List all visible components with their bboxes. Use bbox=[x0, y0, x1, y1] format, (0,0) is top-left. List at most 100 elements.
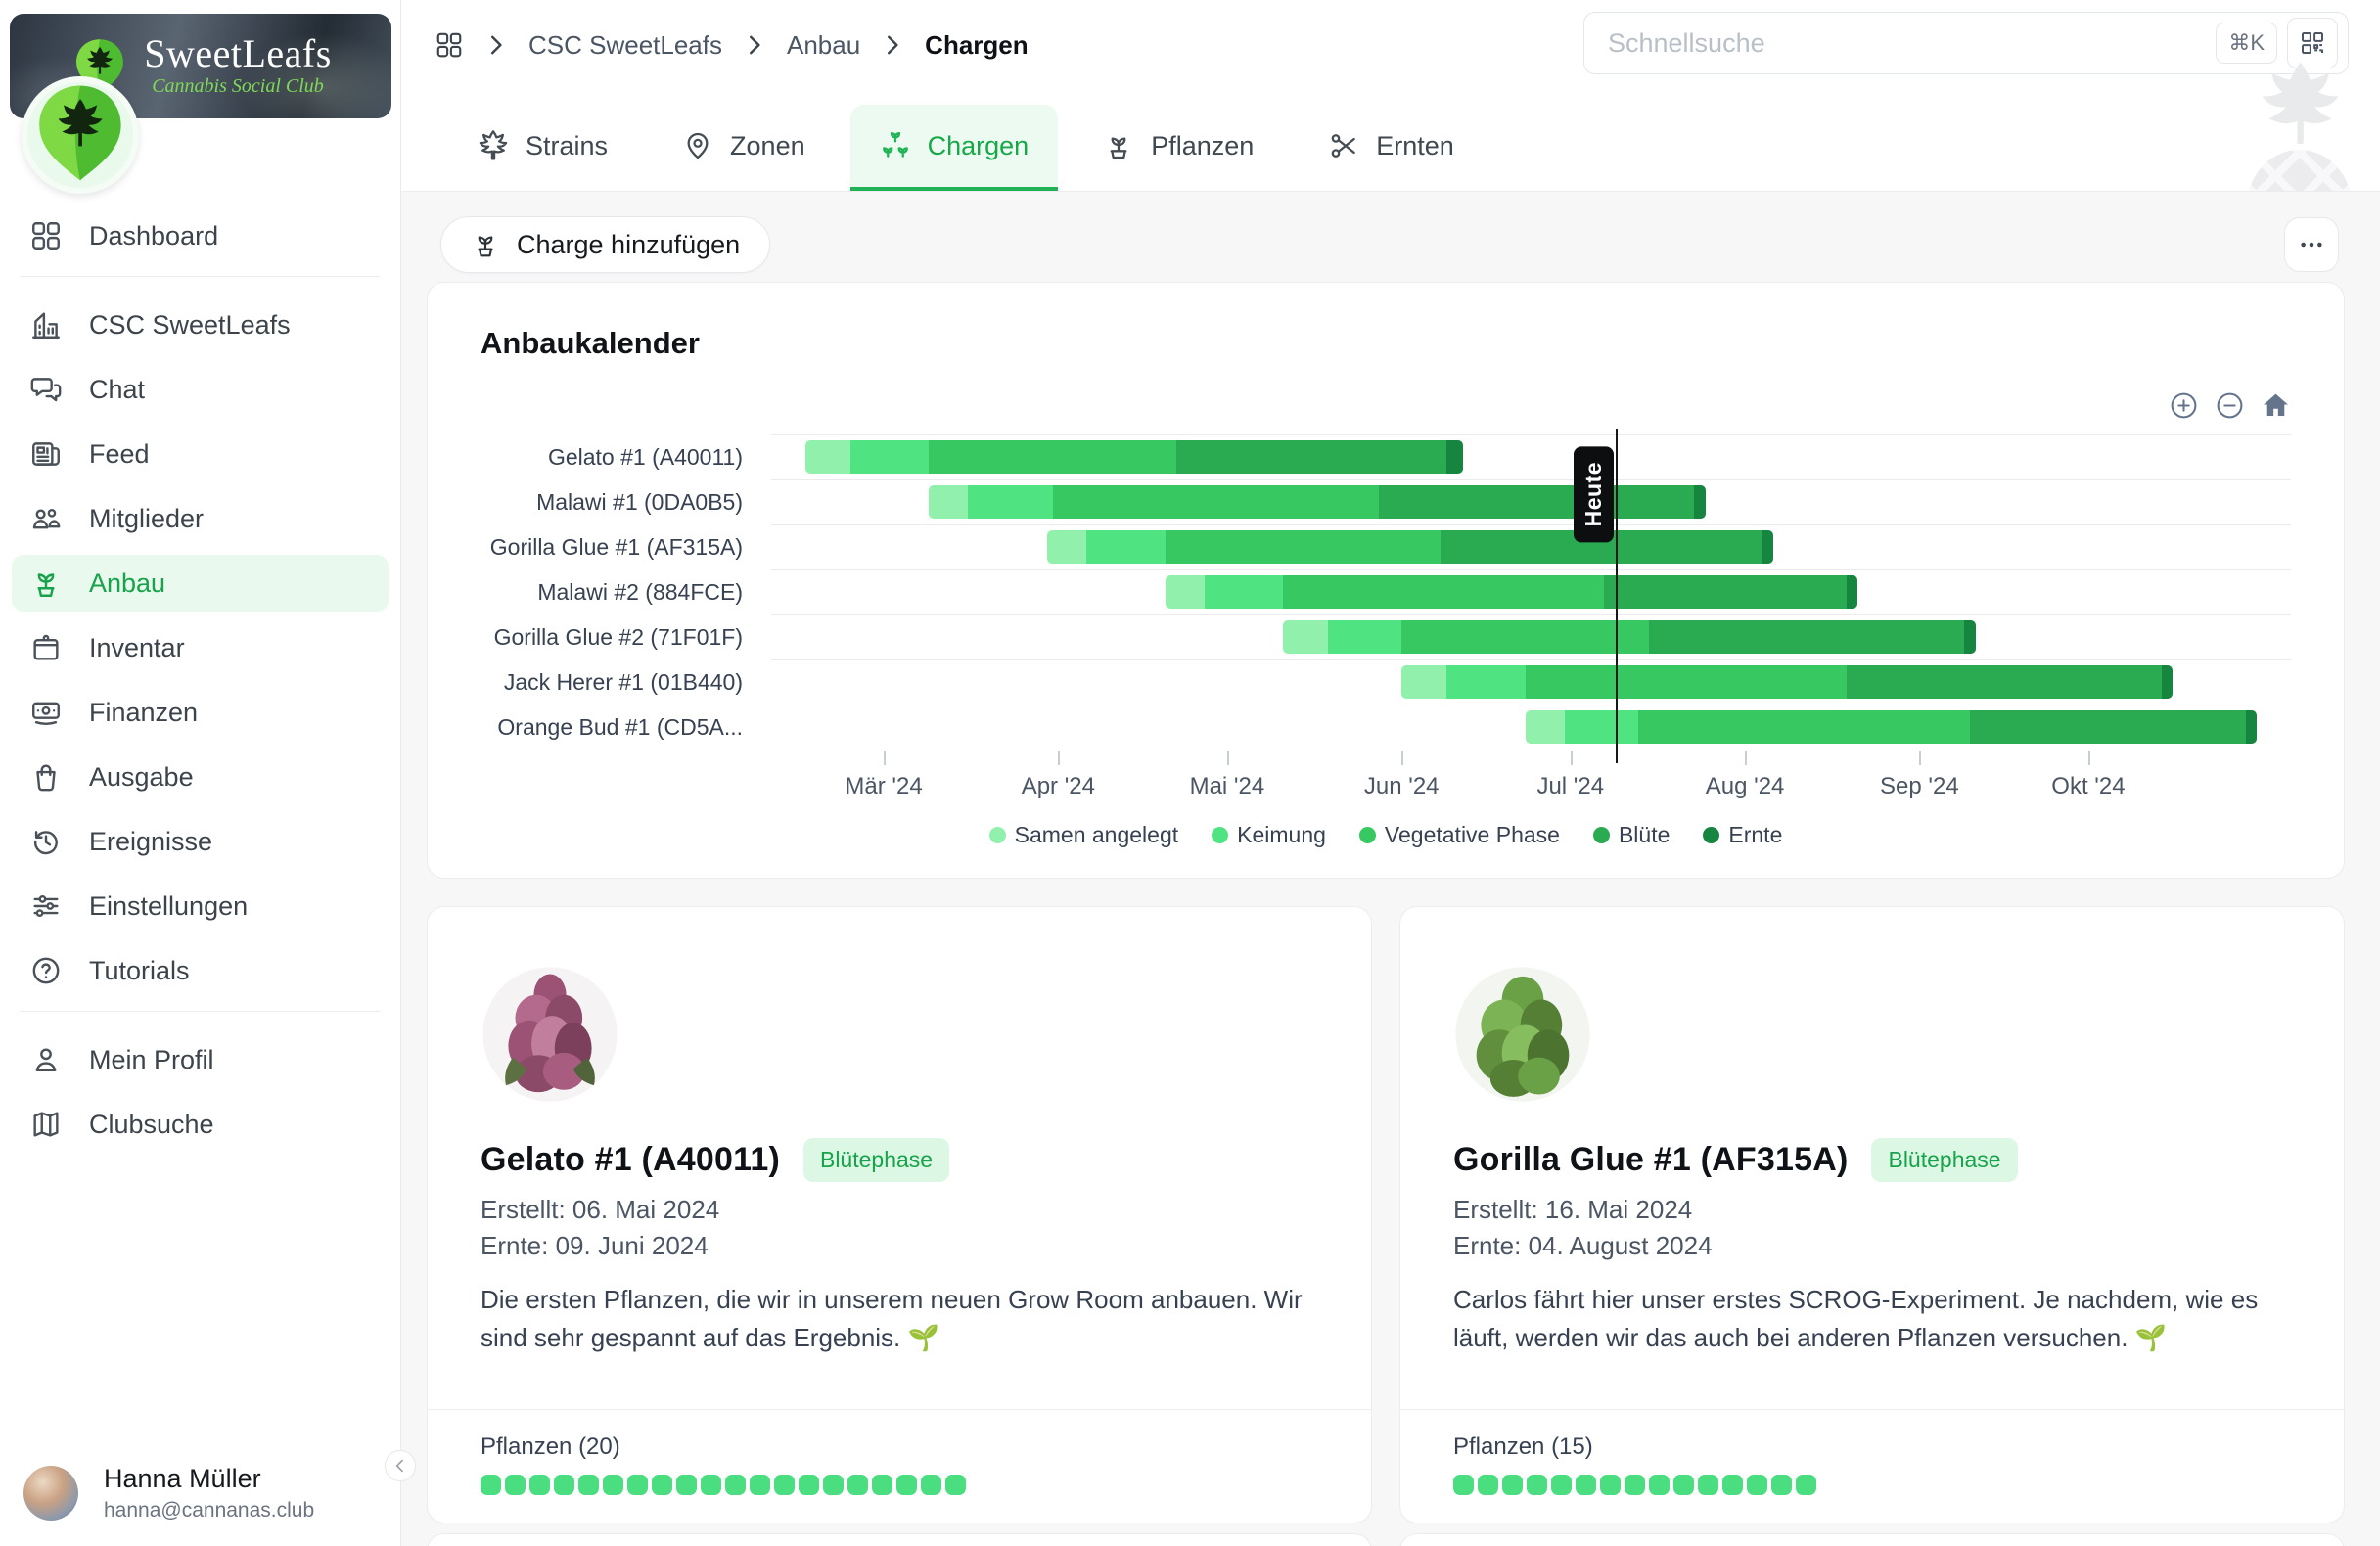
sidebar-collapse-button[interactable] bbox=[385, 1450, 416, 1481]
plant-dot[interactable] bbox=[823, 1475, 844, 1495]
breadcrumb-item-anbau[interactable]: Anbau bbox=[787, 30, 860, 61]
plants-count-label: Pflanzen (20) bbox=[481, 1433, 1318, 1461]
sidebar-item-dashboard[interactable]: Dashboard bbox=[12, 207, 389, 264]
more-options-button[interactable] bbox=[2284, 217, 2339, 272]
axis-tick bbox=[1745, 751, 1747, 765]
breadcrumb-item-csc-sweetleafs[interactable]: CSC SweetLeafs bbox=[528, 30, 722, 61]
plant-dot[interactable] bbox=[701, 1475, 721, 1495]
tab-chargen[interactable]: Chargen bbox=[850, 105, 1059, 191]
plant-dot[interactable] bbox=[725, 1475, 746, 1495]
sidebar-item-tutorials[interactable]: Tutorials bbox=[12, 942, 389, 999]
tab-strains[interactable]: Strains bbox=[448, 105, 637, 191]
reset-view-button[interactable] bbox=[2261, 390, 2291, 421]
gantt-bar-orange-bud-1-cd5a[interactable] bbox=[1526, 710, 2258, 744]
plant-dot[interactable] bbox=[1625, 1475, 1645, 1495]
plant-dot[interactable] bbox=[627, 1475, 648, 1495]
axis-tick bbox=[1571, 751, 1573, 765]
main-area: CSC SweetLeafsAnbauChargen ⌘K StrainsZon… bbox=[401, 0, 2380, 1546]
sidebar-item-inventar[interactable]: Inventar bbox=[12, 619, 389, 676]
plant-dot[interactable] bbox=[603, 1475, 623, 1495]
sidebar-item-label: Feed bbox=[89, 439, 150, 470]
user-name: Hanna Müller bbox=[104, 1464, 314, 1494]
plant-dot[interactable] bbox=[554, 1475, 574, 1495]
plant-dot[interactable] bbox=[896, 1475, 917, 1495]
batch-card-gorilla-glue-1-af315a[interactable]: Gorilla Glue #1 (AF315A)BlütephaseErstel… bbox=[1399, 906, 2345, 1523]
gantt-bar-gorilla-glue-1-af315a[interactable] bbox=[1047, 530, 1773, 564]
plant-dot[interactable] bbox=[774, 1475, 795, 1495]
breadcrumb: CSC SweetLeafs Anbau Chargen bbox=[435, 16, 1029, 74]
sidebar-item-chat[interactable]: Chat bbox=[12, 361, 389, 418]
brand-tagline: Cannabis Social Club bbox=[144, 75, 332, 98]
plant-dot[interactable] bbox=[1649, 1475, 1670, 1495]
plant-dot[interactable] bbox=[1722, 1475, 1743, 1495]
search-input[interactable] bbox=[1608, 28, 2216, 59]
plant-dot[interactable] bbox=[1453, 1475, 1474, 1495]
sidebar-item-mitglieder[interactable]: Mitglieder bbox=[12, 490, 389, 547]
sidebar-item-label: Ereignisse bbox=[89, 827, 212, 857]
plant-dot[interactable] bbox=[1673, 1475, 1694, 1495]
plant-dot[interactable] bbox=[799, 1475, 819, 1495]
plant-dot[interactable] bbox=[921, 1475, 941, 1495]
sidebar-item-feed[interactable]: Feed bbox=[12, 426, 389, 482]
sidebar-item-mein-profil[interactable]: Mein Profil bbox=[12, 1031, 389, 1088]
plant-dot[interactable] bbox=[505, 1475, 526, 1495]
gantt-bar-gorilla-glue-2-71f01f[interactable] bbox=[1283, 620, 1975, 654]
sidebar-item-einstellungen[interactable]: Einstellungen bbox=[12, 878, 389, 934]
plant-dot[interactable] bbox=[1527, 1475, 1547, 1495]
sidebar-item-csc-sweetleafs[interactable]: CSC SweetLeafs bbox=[12, 296, 389, 353]
plant-dots bbox=[481, 1475, 1318, 1495]
plant-dot[interactable] bbox=[1600, 1475, 1621, 1495]
axis-tick bbox=[1227, 751, 1229, 765]
plant-dot[interactable] bbox=[1771, 1475, 1792, 1495]
gantt-bar-gelato-1-a40011[interactable] bbox=[805, 440, 1464, 474]
plant-dot[interactable] bbox=[1478, 1475, 1498, 1495]
sidebar-user[interactable]: Hanna Müller hanna@cannanas.club bbox=[23, 1464, 314, 1523]
phase-segment-keimung bbox=[1565, 710, 1638, 744]
plant-dot[interactable] bbox=[676, 1475, 697, 1495]
apps-grid-icon[interactable] bbox=[435, 30, 464, 60]
sidebar-item-finanzen[interactable]: Finanzen bbox=[12, 684, 389, 741]
plant-dot[interactable] bbox=[529, 1475, 550, 1495]
plant-dot[interactable] bbox=[481, 1475, 501, 1495]
axis-tick bbox=[1919, 751, 1921, 765]
add-batch-button[interactable]: Charge hinzufügen bbox=[440, 216, 770, 273]
sidebar-item-ereignisse[interactable]: Ereignisse bbox=[12, 813, 389, 870]
batch-card-gelato-1-a40011[interactable]: Gelato #1 (A40011)BlütephaseErstellt: 06… bbox=[427, 906, 1372, 1523]
plant-dot[interactable] bbox=[578, 1475, 599, 1495]
batch-card-partial[interactable] bbox=[427, 1533, 1372, 1546]
gantt-bar-jack-herer-1-01b440[interactable] bbox=[1401, 665, 2173, 699]
ellipsis-icon bbox=[2297, 230, 2326, 259]
plant-dot[interactable] bbox=[847, 1475, 868, 1495]
legend-item-ernte: Ernte bbox=[1703, 822, 1782, 848]
strain-photo bbox=[481, 962, 619, 1107]
tab-pflanzen[interactable]: Pflanzen bbox=[1074, 105, 1283, 191]
phase-segment-keimung bbox=[1328, 620, 1401, 654]
plant-dot[interactable] bbox=[750, 1475, 770, 1495]
plant-dot[interactable] bbox=[1698, 1475, 1718, 1495]
plant-dot[interactable] bbox=[1551, 1475, 1572, 1495]
plant-dot[interactable] bbox=[1747, 1475, 1767, 1495]
plant-dot[interactable] bbox=[652, 1475, 672, 1495]
gantt-row-label: Gorilla Glue #1 (AF315A) bbox=[481, 524, 743, 569]
gantt-row-label: Malawi #1 (0DA0B5) bbox=[481, 479, 743, 524]
plant-dot[interactable] bbox=[872, 1475, 892, 1495]
tab-ernten[interactable]: Ernten bbox=[1299, 105, 1484, 191]
map-icon bbox=[29, 1108, 63, 1141]
plant-dot[interactable] bbox=[945, 1475, 966, 1495]
plant-dot[interactable] bbox=[1796, 1475, 1816, 1495]
sidebar-item-ausgabe[interactable]: Ausgabe bbox=[12, 749, 389, 805]
sidebar-item-anbau[interactable]: Anbau bbox=[12, 555, 389, 612]
sidebar-item-clubsuche[interactable]: Clubsuche bbox=[12, 1096, 389, 1153]
today-label: Heute bbox=[1574, 446, 1614, 542]
gantt-bar-malawi-2-884fce[interactable] bbox=[1166, 575, 1857, 609]
plant-dot[interactable] bbox=[1576, 1475, 1596, 1495]
tab-zonen[interactable]: Zonen bbox=[653, 105, 835, 191]
breadcrumb-item-chargen[interactable]: Chargen bbox=[925, 30, 1028, 61]
phase-segment-samen bbox=[929, 485, 968, 519]
zoom-out-button[interactable] bbox=[2215, 390, 2245, 421]
plant-dot[interactable] bbox=[1502, 1475, 1523, 1495]
zoom-in-button[interactable] bbox=[2169, 390, 2199, 421]
user-avatar bbox=[23, 1466, 78, 1521]
club-avatar[interactable] bbox=[22, 76, 139, 194]
batch-card-partial[interactable] bbox=[1399, 1533, 2345, 1546]
